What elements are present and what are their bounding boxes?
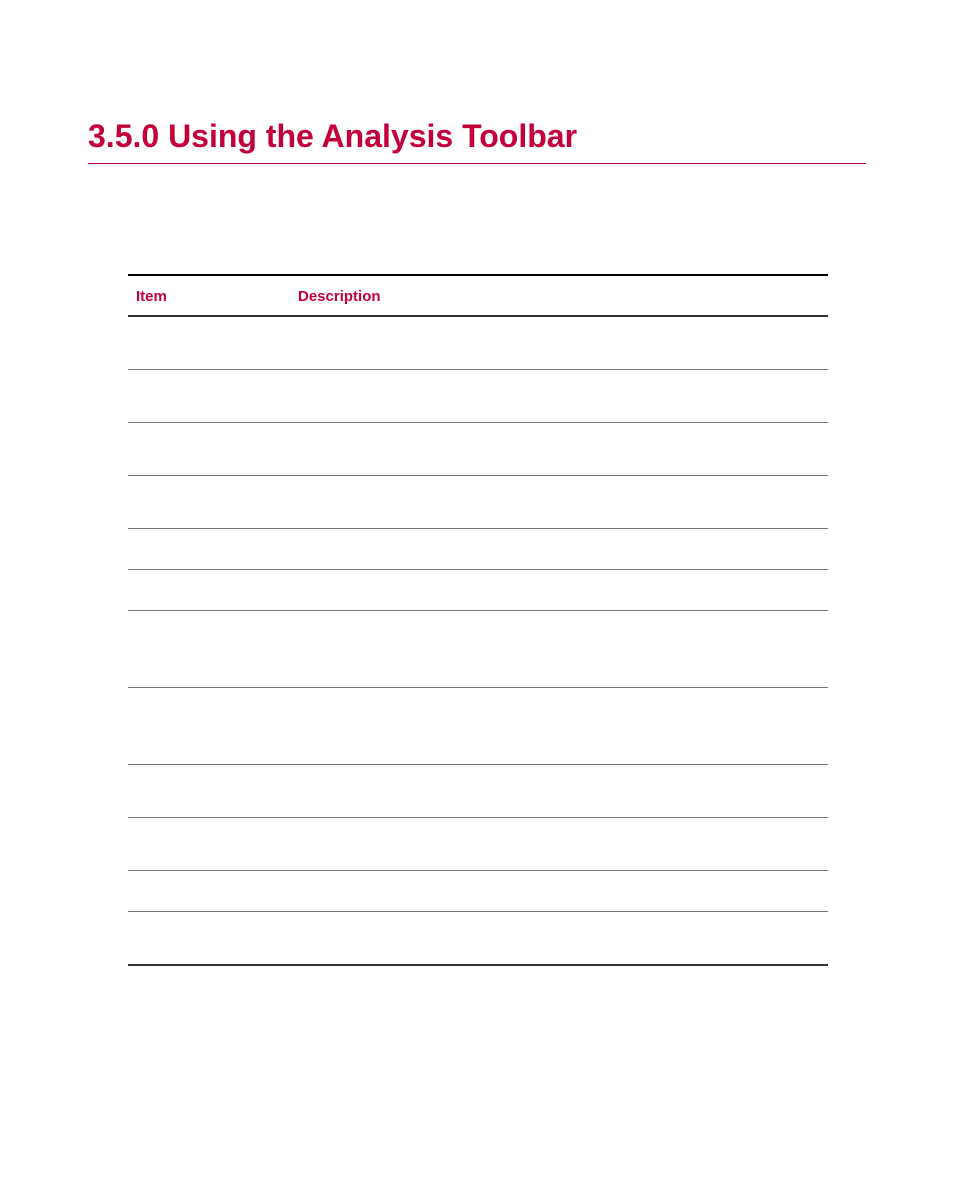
table-row bbox=[128, 688, 828, 765]
table-row bbox=[128, 818, 828, 871]
table-row bbox=[128, 317, 828, 370]
table-row bbox=[128, 611, 828, 688]
table-row bbox=[128, 423, 828, 476]
table-row bbox=[128, 871, 828, 912]
table-row bbox=[128, 529, 828, 570]
document-page: 3.5.0 Using the Analysis Toolbar Item De… bbox=[0, 0, 954, 966]
table-row bbox=[128, 570, 828, 611]
section-heading: 3.5.0 Using the Analysis Toolbar bbox=[88, 118, 866, 155]
table-header-row: Item Description bbox=[128, 276, 828, 315]
table-header-description: Description bbox=[298, 288, 828, 305]
heading-underline bbox=[88, 163, 866, 164]
table-header-item: Item bbox=[136, 288, 298, 305]
table-row bbox=[128, 765, 828, 818]
table-row bbox=[128, 370, 828, 423]
table-row bbox=[128, 912, 828, 966]
table-row bbox=[128, 476, 828, 529]
toolbar-table: Item Description bbox=[128, 274, 828, 966]
